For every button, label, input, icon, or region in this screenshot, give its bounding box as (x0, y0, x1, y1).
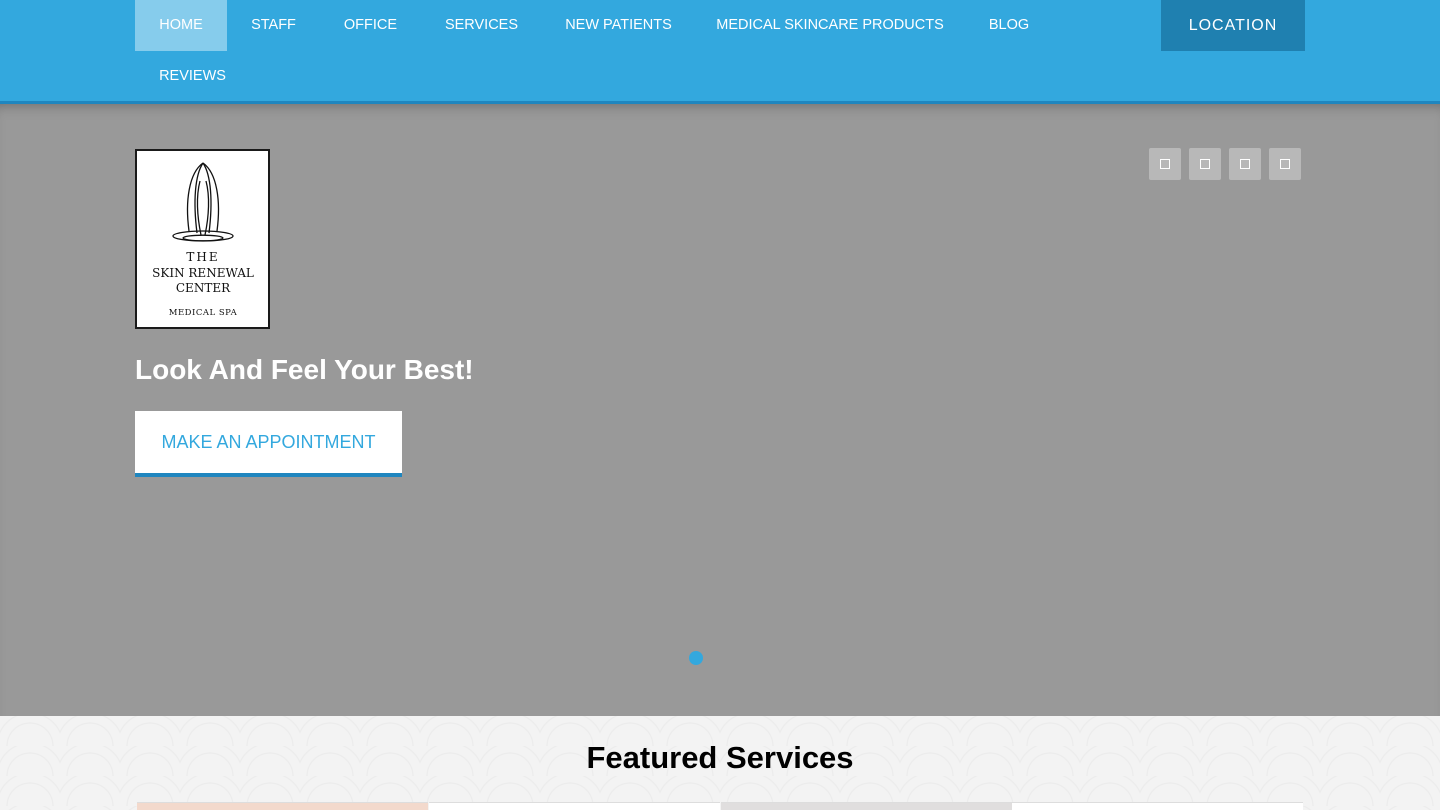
square-icon (1160, 159, 1170, 169)
hero-title: Look And Feel Your Best! (135, 354, 474, 385)
nav-item-staff[interactable]: STAFF (227, 0, 320, 51)
service-card[interactable] (721, 802, 1012, 810)
nav-item-new-patients[interactable]: NEW PATIENTS (542, 0, 695, 51)
hero-banner: THE SKIN RENEWAL CENTER MEDICAL SPA Look… (0, 104, 1440, 716)
logo-line-2: SKIN RENEWAL (152, 266, 254, 280)
skin-renewal-center-logo: THE SKIN RENEWAL CENTER MEDICAL SPA (135, 149, 270, 329)
location-button[interactable]: LOCATION (1161, 0, 1305, 51)
service-card[interactable] (429, 802, 720, 810)
top-navigation: HOME STAFF OFFICE SERVICES NEW PATIENTS … (0, 0, 1440, 104)
social-icon[interactable] (1189, 148, 1221, 180)
square-icon (1240, 159, 1250, 169)
logo-line-1: THE (186, 250, 219, 264)
logo-line-3: CENTER (176, 281, 231, 295)
service-card[interactable] (137, 802, 428, 810)
nav-item-reviews[interactable]: REVIEWS (135, 51, 250, 102)
fountain-logo-graphic: THE SKIN RENEWAL CENTER MEDICAL SPA (152, 162, 254, 318)
nav-item-medical-skincare-products[interactable]: MEDICAL SKINCARE PRODUCTS (695, 0, 965, 51)
nav-item-services[interactable]: SERVICES (421, 0, 542, 51)
nav-item-office[interactable]: OFFICE (320, 0, 421, 51)
square-icon (1200, 159, 1210, 169)
logo-line-4: MEDICAL SPA (169, 308, 238, 318)
service-card[interactable] (1012, 802, 1303, 810)
make-appointment-button[interactable]: MAKE AN APPOINTMENT (135, 411, 402, 477)
featured-services-section: Featured Services (0, 716, 1440, 810)
social-icon[interactable] (1269, 148, 1301, 180)
social-icon[interactable] (1229, 148, 1261, 180)
square-icon (1280, 159, 1290, 169)
slider-dot[interactable] (689, 651, 703, 665)
nav-item-blog[interactable]: BLOG (965, 0, 1053, 51)
featured-services-title: Featured Services (586, 740, 854, 775)
nav-item-home[interactable]: HOME (135, 0, 227, 51)
social-icon[interactable] (1149, 148, 1181, 180)
